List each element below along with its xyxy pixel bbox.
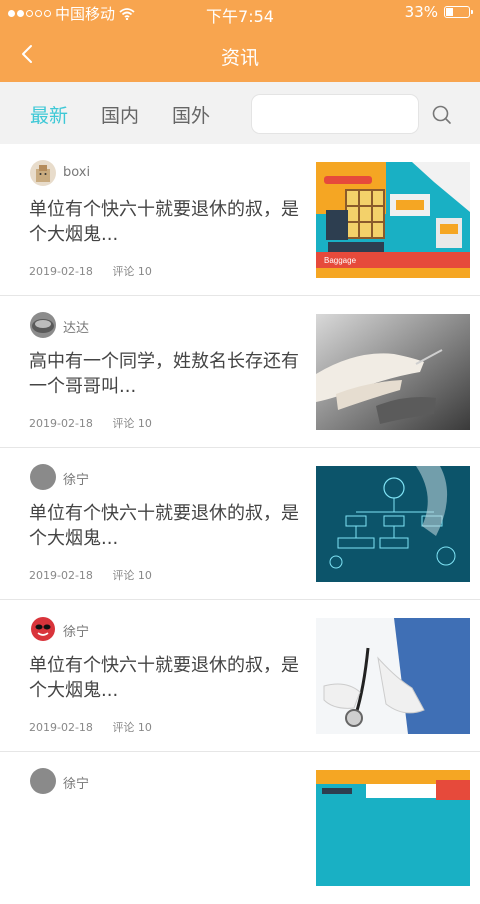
article-thumbnail[interactable]	[316, 770, 470, 886]
avatar	[30, 312, 56, 338]
comment-count: 评论 10	[112, 417, 152, 430]
article-title[interactable]: 单位有个快六十就要退休的叔，是个大烟鬼...	[29, 653, 304, 703]
article-thumbnail[interactable]: Baggage	[316, 162, 470, 278]
author-name: boxi	[63, 165, 91, 180]
thumbnail-caption: Baggage	[324, 256, 357, 265]
article-date: 2019-02-18	[29, 417, 93, 430]
article-thumbnail[interactable]	[316, 618, 470, 734]
avatar	[30, 464, 56, 490]
author-name: 达达	[63, 321, 90, 336]
battery-fill	[446, 8, 453, 16]
page-title: 资讯	[220, 47, 259, 69]
avatar	[30, 160, 56, 186]
article-title[interactable]: 单位有个快六十就要退休的叔，是个大烟鬼...	[29, 501, 304, 551]
battery-icon	[444, 6, 473, 18]
status-bar: 中国移动 下午7:54 33%	[0, 0, 480, 26]
article-date: 2019-02-18	[29, 569, 93, 582]
tab-domestic[interactable]: 国内	[101, 101, 139, 128]
author-name: 徐宁	[63, 473, 90, 488]
article-meta: 2019-02-18 评论 10	[29, 263, 168, 279]
article-item[interactable]: 达达 高中有一个同学，姓敖名长存还有一个哥哥叫... 2019-02-18 评论…	[0, 296, 480, 448]
tab-foreign[interactable]: 国外	[172, 101, 210, 128]
nav-bar: 资讯	[0, 26, 480, 82]
tab-latest[interactable]: 最新	[30, 101, 68, 128]
article-meta: 2019-02-18 评论 10	[29, 719, 168, 735]
comment-count: 评论 10	[112, 265, 152, 278]
avatar	[30, 768, 56, 794]
article-date: 2019-02-18	[29, 265, 93, 278]
status-right: 33%	[404, 3, 473, 21]
search-icon[interactable]	[430, 103, 454, 127]
article-item[interactable]: boxi 单位有个快六十就要退休的叔，是个大烟鬼... 2019-02-18 评…	[0, 144, 480, 296]
comment-count: 评论 10	[112, 569, 152, 582]
article-item[interactable]: 徐宁 单位有个快六十就要退休的叔，是个大烟鬼... 2019-02-18 评论 …	[0, 600, 480, 752]
tab-bar: 最新 国内 国外	[0, 82, 480, 144]
battery-percent: 33%	[404, 3, 438, 21]
article-title[interactable]: 单位有个快六十就要退休的叔，是个大烟鬼...	[29, 197, 304, 247]
article-meta: 2019-02-18 评论 10	[29, 567, 168, 583]
article-date: 2019-02-18	[29, 721, 93, 734]
battery-cap	[471, 10, 473, 14]
article-thumbnail[interactable]	[316, 314, 470, 430]
author-name: 徐宁	[63, 625, 90, 640]
comment-count: 评论 10	[112, 721, 152, 734]
avatar	[30, 616, 56, 642]
article-title[interactable]: 高中有一个同学，姓敖名长存还有一个哥哥叫...	[29, 349, 304, 399]
author-name: 徐宁	[63, 777, 90, 792]
search-input[interactable]	[251, 94, 419, 134]
article-item[interactable]: 徐宁	[0, 752, 480, 904]
article-thumbnail[interactable]	[316, 466, 470, 582]
article-meta: 2019-02-18 评论 10	[29, 415, 168, 431]
article-item[interactable]: 徐宁 单位有个快六十就要退休的叔，是个大烟鬼... 2019-02-18 评论 …	[0, 448, 480, 600]
